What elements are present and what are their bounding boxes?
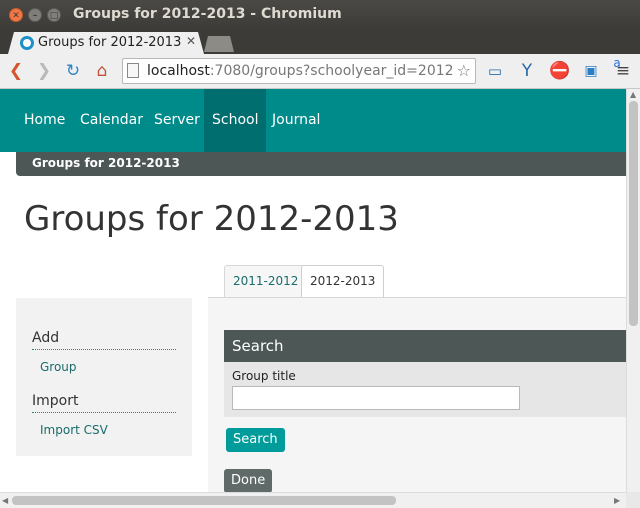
sidebar-link-group[interactable]: Group [40,360,77,374]
search-heading: Search [224,330,626,362]
browser-tab[interactable]: Groups for 2012-2013 ✕ [8,32,204,54]
sidebar-link-import-csv[interactable]: Import CSV [40,423,108,437]
sidebar-heading-add: Add [32,330,176,350]
bookmark-star-icon[interactable]: ☆ [456,61,471,80]
top-nav: Home Calendar Server School Journal [0,89,626,152]
sidebar: Add Group Import Import CSV [16,298,192,456]
forward-icon[interactable]: ❯ [33,60,55,82]
favicon-icon [20,36,34,50]
tab-close-icon[interactable]: ✕ [186,34,196,48]
main-content: Search Group title Search Done [208,298,626,492]
web-page: Home Calendar Server School Journal Grou… [0,89,626,492]
nav-home[interactable]: Home [16,89,73,152]
address-bar[interactable]: localhost:7080/groups?schoolyear_id=2012… [122,58,476,84]
home-icon[interactable]: ⌂ [91,60,113,82]
vertical-scrollbar[interactable]: ▲ [626,89,640,492]
browser-toolbar: ❮ ❯ ↻ ⌂ localhost:7080/groups?schoolyear… [0,54,640,89]
search-button[interactable]: Search [226,428,285,452]
nav-school[interactable]: School [204,89,267,152]
new-tab-button[interactable] [204,36,234,52]
group-title-label: Group title [232,369,296,383]
scroll-up-icon[interactable]: ▲ [630,90,636,99]
page-title: Groups for 2012-2013 [24,199,399,239]
window-maximize-button[interactable]: □ [47,8,61,22]
window-minimize-button[interactable]: – [28,8,42,22]
nav-server[interactable]: Server [146,89,208,152]
done-button[interactable]: Done [224,469,273,492]
horizontal-scrollbar[interactable]: ◀ ▶ [0,492,626,508]
tab-strip: Groups for 2012-2013 ✕ [0,30,640,54]
search-form: Group title [224,362,626,417]
scrollbar-corner [626,492,640,508]
tab-2011-2012[interactable]: 2011-2012 [224,265,308,298]
extension-y-icon[interactable]: Y [516,60,538,82]
fullscreen-icon[interactable]: ▭ [484,60,506,82]
url-text: localhost:7080/groups?schoolyear_id=2012 [147,63,454,79]
breadcrumb: Groups for 2012-2013 [16,152,626,176]
stop-icon[interactable]: ⛔ [549,60,571,82]
breadcrumb-item[interactable]: Groups for 2012-2013 [32,156,180,170]
scroll-right-icon[interactable]: ▶ [614,496,620,505]
page-icon [127,63,139,78]
nav-calendar[interactable]: Calendar [72,89,151,152]
scroll-left-icon[interactable]: ◀ [2,496,8,505]
window-close-button[interactable]: ✕ [9,8,23,22]
browser-tab-title: Groups for 2012-2013 [38,35,182,50]
sidebar-heading-import: Import [32,393,176,413]
window-title: Groups for 2012-2013 - Chromium [73,6,342,22]
window-titlebar: ✕ – □ Groups for 2012-2013 - Chromium [0,0,640,30]
nav-journal[interactable]: Journal [264,89,328,152]
reload-icon[interactable]: ↻ [62,60,84,82]
menu-icon[interactable]: ≡ [612,60,634,82]
group-title-input[interactable] [232,386,520,410]
tab-2012-2013[interactable]: 2012-2013 [301,265,385,298]
back-icon[interactable]: ❮ [5,60,27,82]
horizontal-scroll-thumb[interactable] [12,496,396,505]
vertical-scroll-thumb[interactable] [629,101,638,326]
extension-icon[interactable]: ▣ [580,60,602,82]
